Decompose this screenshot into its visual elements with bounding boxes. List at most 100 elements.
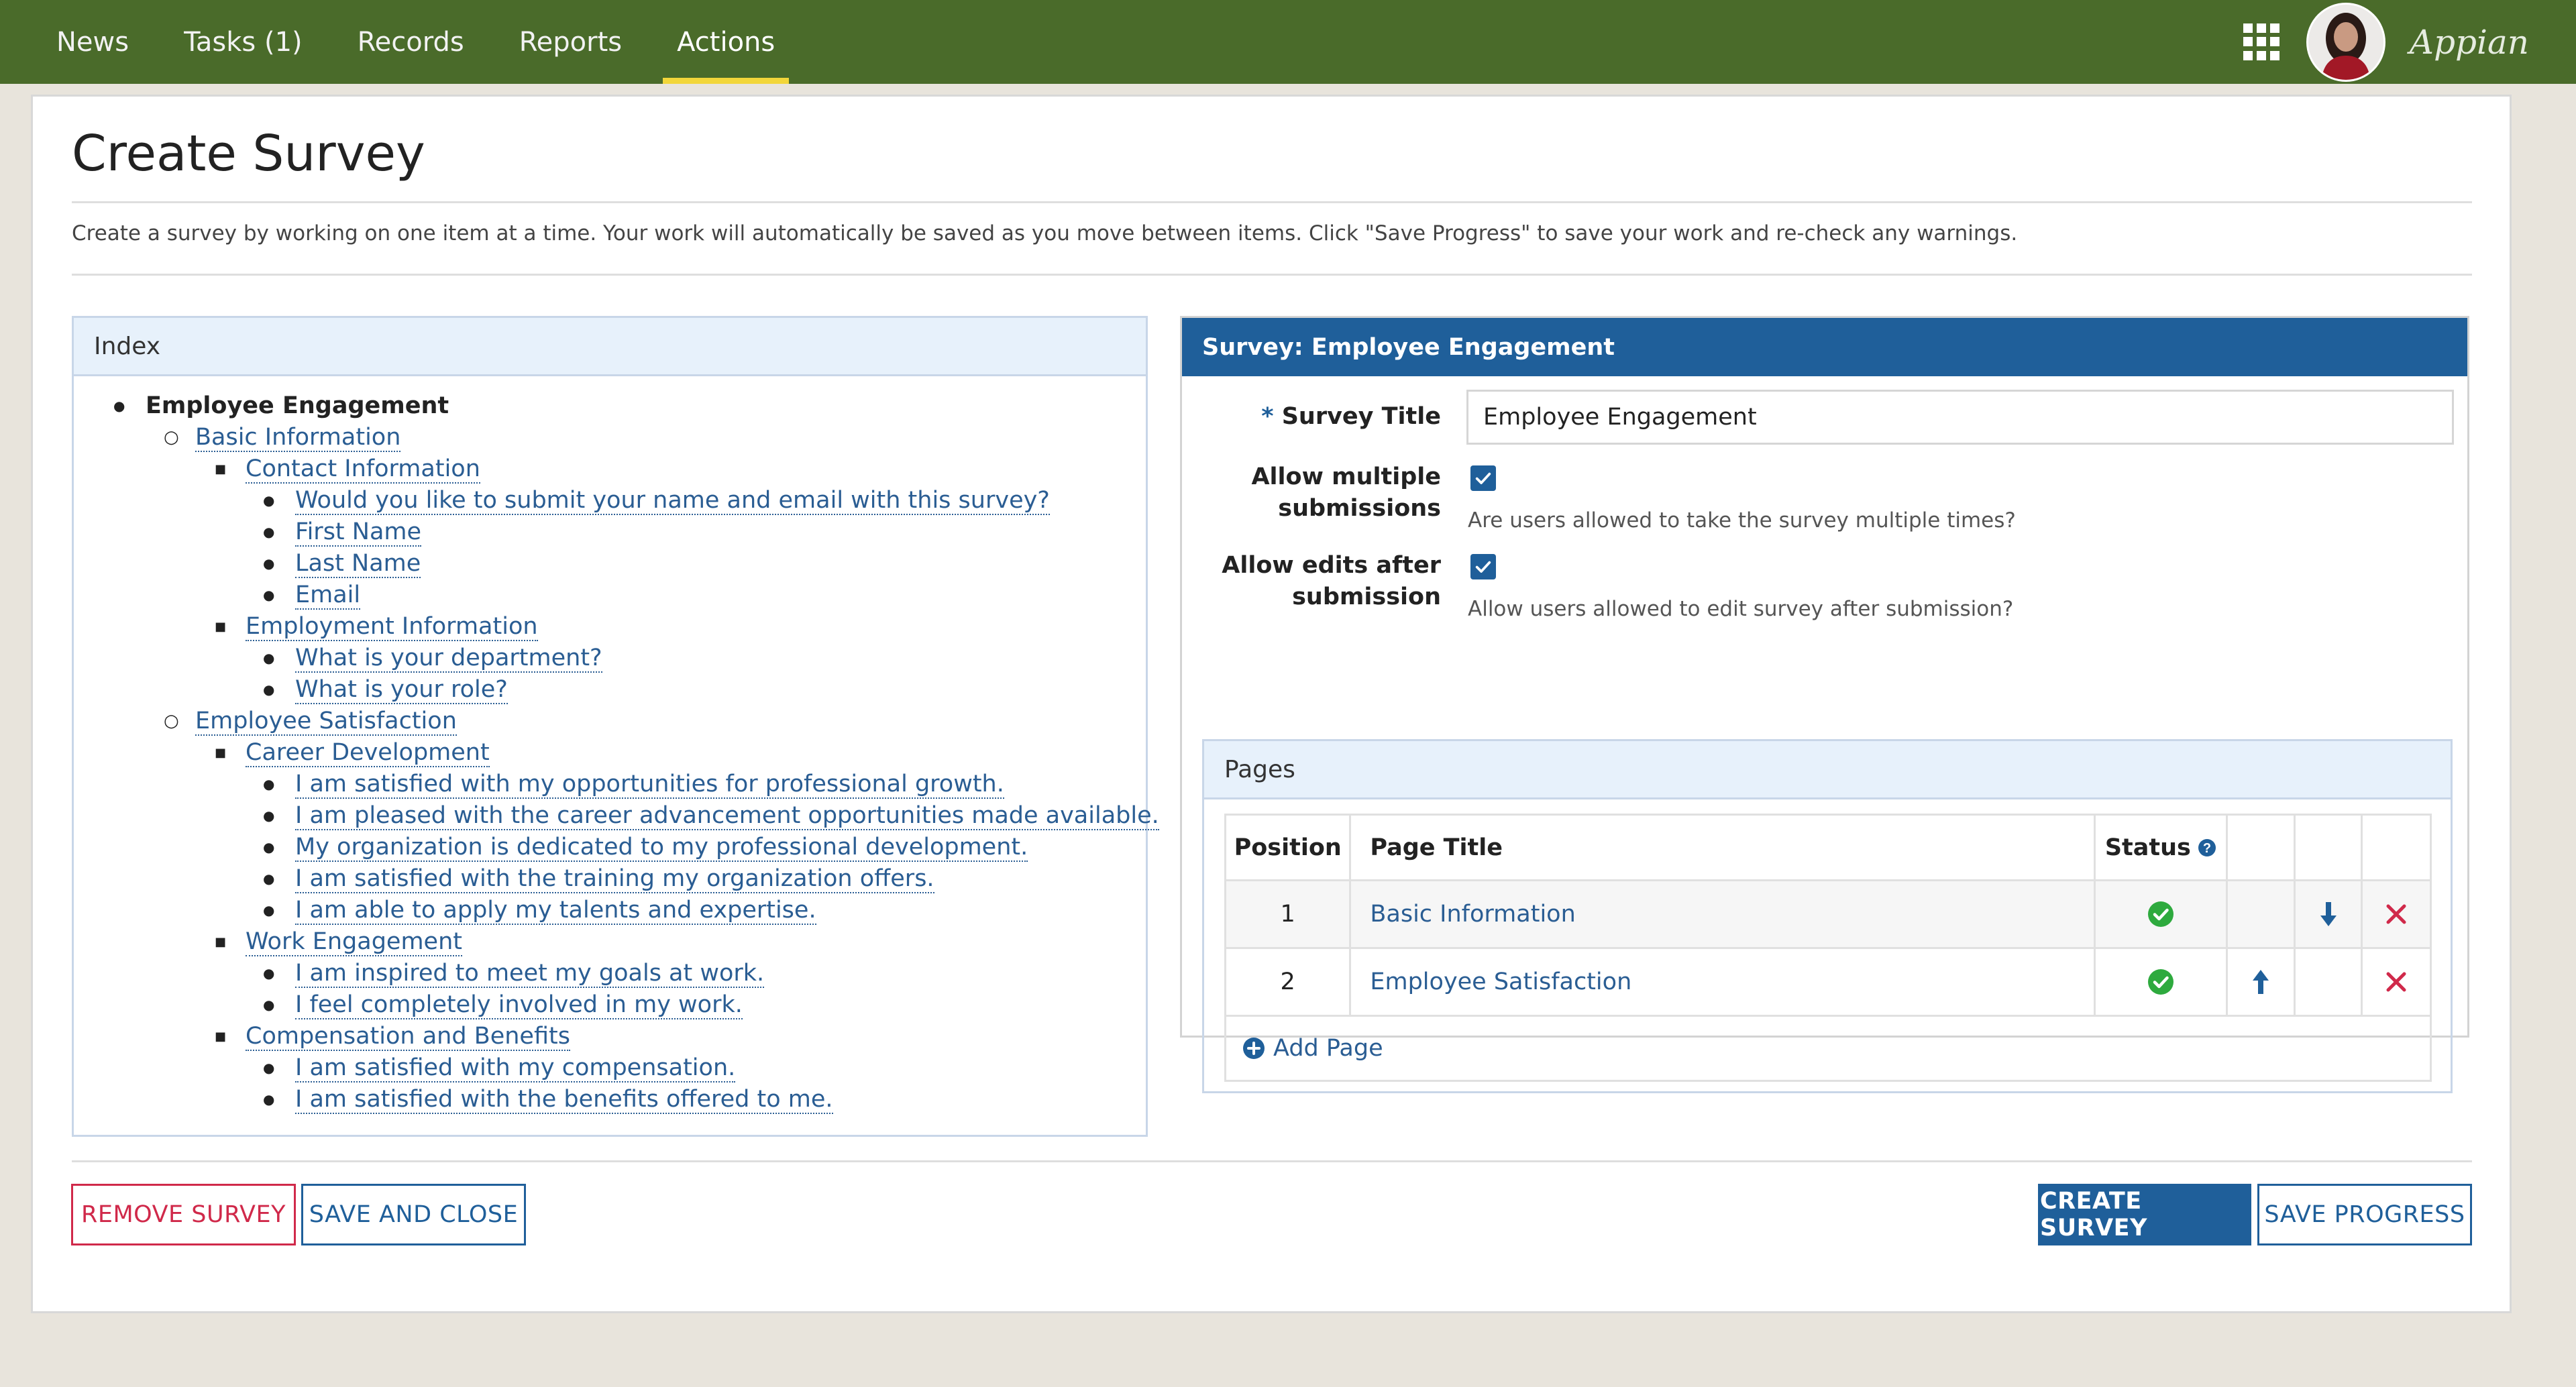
index-item-link[interactable]: Last Name — [295, 550, 421, 578]
allow-multiple-label-line2: submissions — [1278, 495, 1441, 522]
index-group-link[interactable]: Work Engagement — [246, 928, 462, 956]
index-item-link[interactable]: My organization is dedicated to my profe… — [295, 834, 1028, 862]
top-navigation-bar: News Tasks (1) Records Reports Actions A… — [0, 0, 2576, 84]
index-item-link[interactable]: I am satisfied with the training my orga… — [295, 865, 934, 893]
index-group-link[interactable]: Employment Information — [246, 613, 538, 641]
check-circle-icon — [2147, 969, 2174, 995]
index-group[interactable]: Career Development — [215, 737, 490, 769]
index-group-link[interactable]: Career Development — [246, 739, 490, 767]
divider — [72, 201, 2472, 203]
index-group-link[interactable]: Compensation and Benefits — [246, 1023, 570, 1051]
save-progress-button[interactable]: SAVE PROGRESS — [2257, 1184, 2472, 1245]
survey-title-value: Employee Engagement — [1483, 404, 1757, 431]
row-position: 1 — [1226, 881, 1352, 947]
index-item-link[interactable]: I am satisfied with the benefits offered… — [295, 1086, 833, 1114]
index-item-link[interactable]: I feel completely involved in my work. — [295, 991, 743, 1019]
table-row: 2 Employee Satisfaction — [1226, 949, 2430, 1017]
index-item[interactable]: What is your department? — [263, 643, 602, 674]
row-position: 2 — [1226, 949, 1352, 1015]
index-item-link[interactable]: What is your role? — [295, 676, 508, 704]
index-group-link[interactable]: Contact Information — [246, 455, 480, 484]
index-item-link[interactable]: First Name — [295, 518, 422, 547]
page-title-link[interactable]: Basic Information — [1370, 901, 1575, 928]
check-circle-icon — [2147, 901, 2174, 927]
nav-tab-actions[interactable]: Actions — [649, 0, 802, 84]
required-marker: * — [1261, 403, 1274, 430]
index-section-link[interactable]: Basic Information — [195, 424, 401, 452]
row-page-title: Basic Information — [1351, 881, 2096, 947]
allow-multiple-checkbox[interactable] — [1470, 465, 1496, 491]
allow-edits-label: Allow edits after submission — [1222, 550, 1441, 613]
index-group[interactable]: Contact Information — [215, 453, 480, 485]
survey-title-input[interactable]: Employee Engagement — [1466, 390, 2454, 445]
index-item[interactable]: I am satisfied with the training my orga… — [263, 863, 934, 895]
index-item-link[interactable]: I am pleased with the career advancement… — [295, 802, 1159, 830]
remove-cell — [2363, 881, 2430, 947]
checkmark-icon — [1475, 561, 1491, 573]
column-header-position: Position — [1226, 816, 1352, 879]
index-section-link[interactable]: Employee Satisfaction — [195, 708, 457, 736]
index-item-link[interactable]: Would you like to submit your name and e… — [295, 487, 1050, 515]
index-item[interactable]: Would you like to submit your name and e… — [263, 485, 1050, 516]
main-card: Create Survey Create a survey by working… — [31, 95, 2512, 1313]
index-item[interactable]: I feel completely involved in my work. — [263, 989, 743, 1021]
page-title: Create Survey — [72, 125, 425, 182]
index-item-link[interactable]: I am inspired to meet my goals at work. — [295, 960, 765, 988]
add-page-link[interactable]: Add Page — [1226, 1017, 2430, 1080]
nav-tab-reports[interactable]: Reports — [492, 0, 649, 84]
survey-header: Survey: Employee Engagement — [1182, 318, 2467, 376]
survey-title-label: * Survey Title — [1261, 401, 1441, 433]
index-item[interactable]: I am inspired to meet my goals at work. — [263, 958, 765, 989]
row-status — [2096, 881, 2229, 947]
index-section[interactable]: Basic Information — [164, 422, 401, 453]
index-item-link[interactable]: Email — [295, 581, 361, 610]
page-intro: Create a survey by working on one item a… — [72, 221, 2018, 245]
index-item[interactable]: I am satisfied with my compensation. — [263, 1052, 736, 1084]
arrow-down-icon[interactable] — [2318, 901, 2339, 928]
nav-tab-records[interactable]: Records — [330, 0, 492, 84]
column-header-move-up — [2228, 816, 2296, 879]
index-group[interactable]: Work Engagement — [215, 926, 462, 958]
allow-edits-label-line1: Allow edits after — [1222, 552, 1441, 579]
index-item[interactable]: I am satisfied with my opportunities for… — [263, 769, 1004, 800]
index-group[interactable]: Compensation and Benefits — [215, 1021, 570, 1052]
column-header-status: Status ? — [2096, 816, 2229, 879]
nav-tab-label: News — [56, 26, 129, 58]
pages-panel: Pages Position Page Title Status ? 1 Bas… — [1202, 739, 2453, 1093]
arrow-up-icon[interactable] — [2251, 968, 2271, 995]
index-item[interactable]: I am pleased with the career advancement… — [263, 800, 1159, 832]
close-icon[interactable] — [2385, 970, 2408, 993]
index-item[interactable]: I am satisfied with the benefits offered… — [263, 1084, 833, 1115]
checkmark-icon — [1475, 472, 1491, 484]
nav-tab-news[interactable]: News — [0, 0, 156, 84]
allow-edits-help: Allow users allowed to edit survey after… — [1468, 597, 2014, 621]
index-group[interactable]: Employment Information — [215, 611, 538, 643]
index-item[interactable]: Email — [263, 579, 361, 611]
index-item-link[interactable]: I am satisfied with my compensation. — [295, 1054, 736, 1083]
user-avatar[interactable] — [2306, 2, 2385, 82]
index-item[interactable]: My organization is dedicated to my profe… — [263, 832, 1028, 863]
index-item[interactable]: What is your role? — [263, 674, 508, 706]
index-item[interactable]: Last Name — [263, 548, 421, 579]
index-item[interactable]: First Name — [263, 516, 422, 548]
index-item[interactable]: I am able to apply my talents and expert… — [263, 895, 816, 926]
index-item-link[interactable]: I am satisfied with my opportunities for… — [295, 771, 1004, 799]
close-icon[interactable] — [2385, 903, 2408, 926]
index-item-link[interactable]: What is your department? — [295, 645, 602, 673]
apps-grid-icon[interactable] — [2243, 23, 2281, 61]
column-header-page-title: Page Title — [1351, 816, 2096, 879]
allow-edits-checkbox[interactable] — [1470, 554, 1496, 579]
remove-cell — [2363, 949, 2430, 1015]
index-header: Index — [74, 318, 1146, 376]
nav-tab-label: Records — [357, 26, 464, 58]
page-title-link[interactable]: Employee Satisfaction — [1370, 968, 1631, 995]
create-survey-button[interactable]: CREATE SURVEY — [2038, 1184, 2251, 1245]
nav-tab-tasks[interactable]: Tasks (1) — [156, 0, 330, 84]
help-icon[interactable]: ? — [2198, 838, 2216, 857]
index-item-link[interactable]: I am able to apply my talents and expert… — [295, 897, 816, 925]
move-down-cell — [2296, 881, 2363, 947]
save-and-close-button[interactable]: SAVE AND CLOSE — [301, 1184, 526, 1245]
index-section[interactable]: Employee Satisfaction — [164, 706, 457, 737]
remove-survey-button[interactable]: REMOVE SURVEY — [71, 1184, 296, 1245]
index-panel: Index Employee Engagement Basic Informat… — [72, 316, 1159, 1137]
